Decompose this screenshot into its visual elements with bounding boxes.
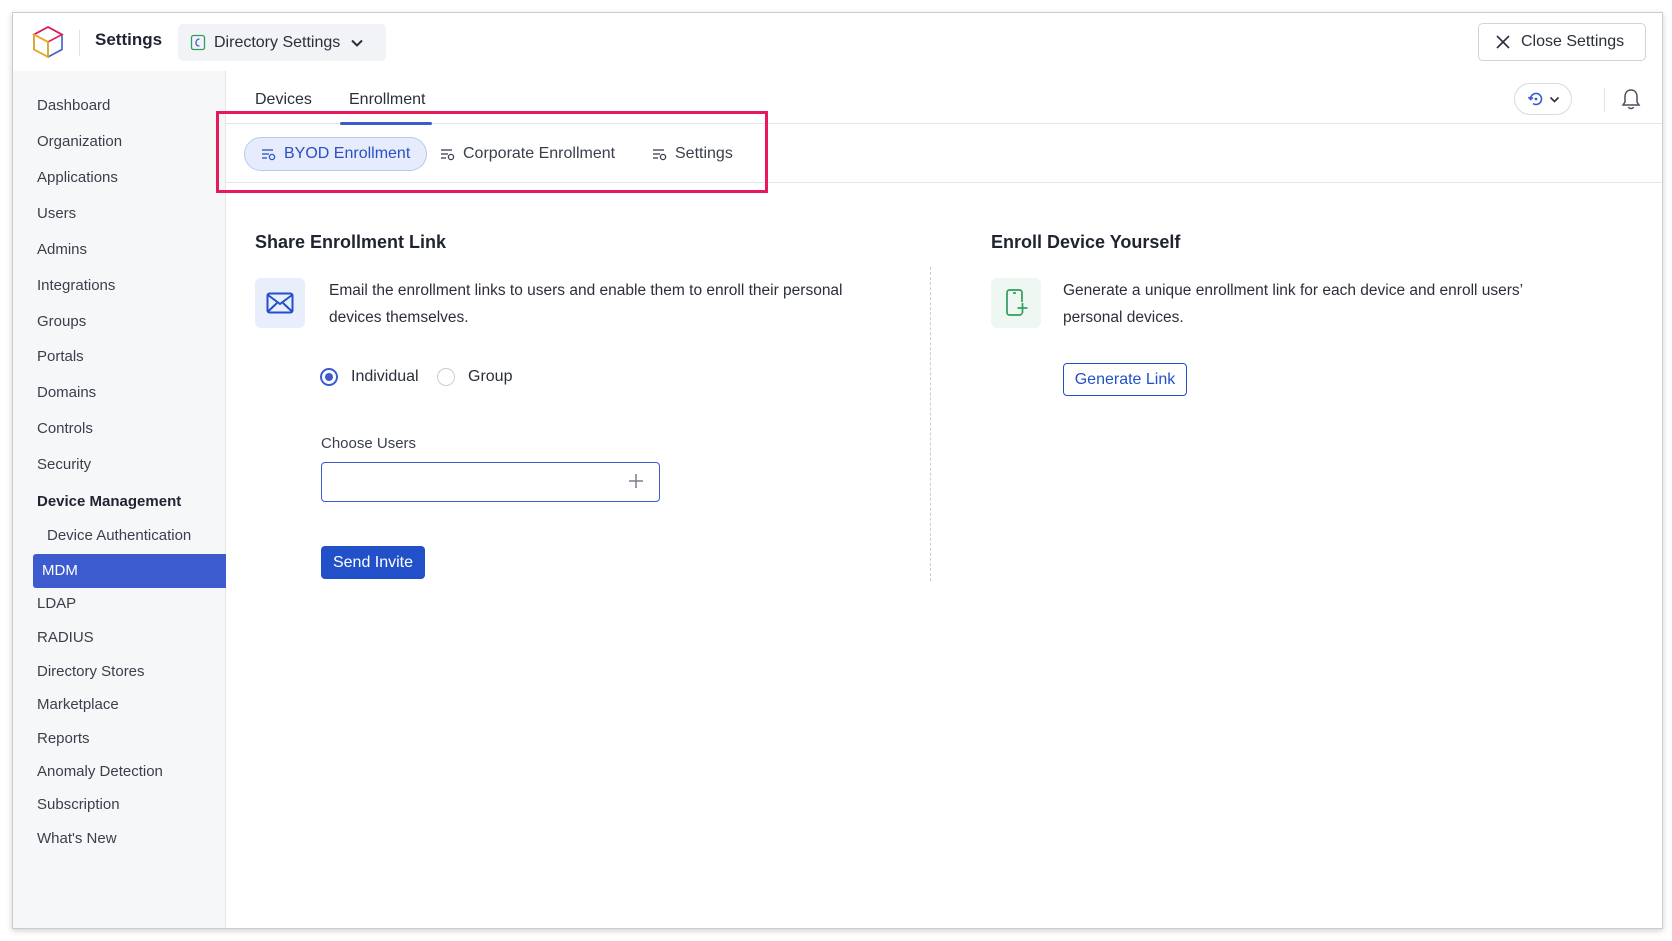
- radio-dot: [437, 368, 455, 386]
- subtab-settings-label: Settings: [675, 145, 733, 162]
- section-divider: [930, 267, 931, 581]
- sidebar-item-portals[interactable]: Portals: [37, 348, 84, 365]
- app-title: Settings: [95, 30, 163, 49]
- sidebar-item-controls[interactable]: Controls: [37, 420, 93, 437]
- share-enrollment-title: Share Enrollment Link: [255, 232, 447, 252]
- sidebar-item-dashboard[interactable]: Dashboard: [37, 97, 110, 114]
- device-icon-box: [991, 278, 1041, 328]
- tab-bar: Devices Enrollment: [226, 71, 1662, 125]
- sidebar-item-reports[interactable]: Reports: [37, 730, 90, 747]
- directory-settings-dropdown[interactable]: Directory Settings: [178, 24, 386, 61]
- directory-icon: [190, 34, 206, 51]
- sidebar-item-radius[interactable]: RADIUS: [37, 629, 94, 646]
- sidebar-item-security[interactable]: Security: [37, 456, 91, 473]
- main-content: Devices Enrollment BYOD Enrollment Corpo…: [226, 71, 1662, 928]
- enroll-device-title: Enroll Device Yourself: [991, 232, 1181, 252]
- sync-icon: [1527, 92, 1542, 106]
- envelope-icon: [266, 292, 294, 314]
- tab-devices[interactable]: Devices: [255, 91, 312, 109]
- header-divider: [1604, 88, 1605, 112]
- choose-users-label: Choose Users: [321, 435, 417, 452]
- sidebar-item-groups[interactable]: Groups: [37, 313, 86, 330]
- sidebar-item-anomaly-detection[interactable]: Anomaly Detection: [37, 763, 163, 780]
- subtab-corporate-enrollment[interactable]: Corporate Enrollment: [424, 137, 631, 171]
- generate-link-button[interactable]: Generate Link: [1063, 363, 1187, 396]
- settings-window: Settings Directory Settings Close Settin…: [12, 12, 1663, 929]
- app-logo-icon: [32, 26, 64, 59]
- filter-settings-icon: [441, 148, 455, 160]
- bell-icon[interactable]: [1620, 87, 1642, 111]
- subtab-byod-label: BYOD Enrollment: [284, 145, 411, 162]
- share-enrollment-description: Email the enrollment links to users and …: [329, 282, 843, 326]
- radio-group[interactable]: Group: [437, 368, 512, 386]
- chevron-down-icon: [1549, 96, 1559, 103]
- filter-settings-icon: [262, 148, 276, 160]
- add-device-icon: [1006, 289, 1028, 316]
- sidebar-item-domains[interactable]: Domains: [37, 384, 96, 401]
- sidebar-item-whats-new[interactable]: What's New: [37, 830, 117, 847]
- enrollment-subtabs: BYOD Enrollment Corporate Enrollment Set…: [226, 125, 1662, 183]
- close-settings-label: Close Settings: [1521, 33, 1625, 50]
- logo-divider: [79, 30, 80, 56]
- send-invite-button[interactable]: Send Invite: [321, 546, 425, 579]
- sync-dropdown-button[interactable]: [1514, 83, 1572, 115]
- enroll-device-description: Generate a unique enrollment link for ea…: [1063, 282, 1523, 326]
- tab-enrollment[interactable]: Enrollment: [349, 91, 425, 109]
- radio-group-label: Group: [468, 368, 513, 385]
- sidebar-item-applications[interactable]: Applications: [37, 169, 118, 186]
- sidebar: Dashboard Organization Applications User…: [13, 71, 226, 928]
- subtab-corporate-label: Corporate Enrollment: [463, 145, 616, 162]
- plus-icon[interactable]: [627, 472, 645, 490]
- subtab-settings[interactable]: Settings: [636, 137, 749, 171]
- choose-users-input[interactable]: [321, 462, 660, 502]
- close-settings-button[interactable]: Close Settings: [1478, 23, 1646, 61]
- filter-settings-icon: [653, 148, 667, 160]
- directory-settings-label: Directory Settings: [214, 33, 341, 51]
- email-icon-box: [255, 278, 305, 328]
- radio-dot-selected: [320, 368, 338, 386]
- sidebar-item-device-authentication[interactable]: Device Authentication: [47, 527, 191, 544]
- sidebar-item-ldap[interactable]: LDAP: [37, 595, 76, 612]
- close-icon: [1496, 35, 1510, 49]
- sidebar-item-organization[interactable]: Organization: [37, 133, 122, 150]
- sidebar-item-directory-stores[interactable]: Directory Stores: [37, 663, 145, 680]
- chevron-down-icon: [351, 39, 363, 47]
- sidebar-item-subscription[interactable]: Subscription: [37, 796, 120, 813]
- sidebar-item-users[interactable]: Users: [37, 205, 76, 222]
- top-bar: Settings Directory Settings Close Settin…: [13, 13, 1662, 71]
- sidebar-item-mdm[interactable]: MDM: [33, 554, 226, 588]
- sidebar-item-admins[interactable]: Admins: [37, 241, 87, 258]
- subtab-byod-enrollment[interactable]: BYOD Enrollment: [244, 137, 428, 171]
- sidebar-item-integrations[interactable]: Integrations: [37, 277, 115, 294]
- sidebar-section-device-management[interactable]: Device Management: [37, 493, 181, 510]
- sidebar-item-marketplace[interactable]: Marketplace: [37, 696, 119, 713]
- radio-individual-label: Individual: [351, 368, 419, 385]
- radio-individual[interactable]: Individual: [320, 368, 419, 386]
